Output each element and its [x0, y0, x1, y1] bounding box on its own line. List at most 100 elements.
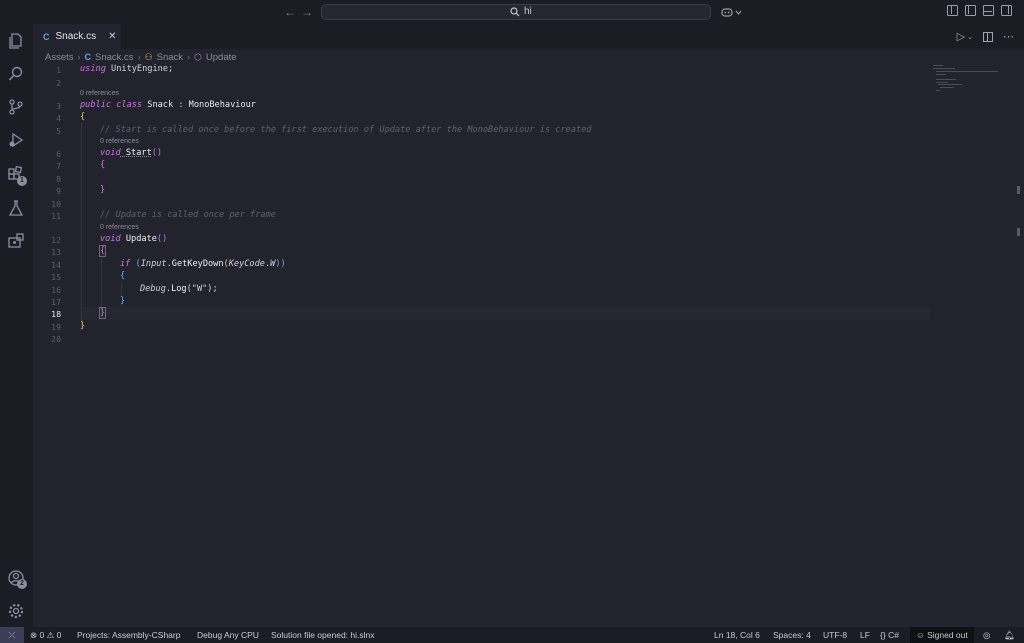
breadcrumb-separator: › — [77, 52, 81, 62]
line-number: 9 — [56, 186, 61, 196]
account-status[interactable]: ☺ Signed out — [910, 627, 974, 643]
encoding[interactable]: UTF-8 — [823, 627, 847, 643]
line-number: 6 — [56, 149, 61, 159]
breadcrumb-assets[interactable]: Assets — [45, 52, 74, 63]
more-actions-icon[interactable]: ⋯ — [1003, 30, 1014, 43]
source-control-icon[interactable] — [6, 97, 26, 117]
code-line-6: void Start() — [100, 148, 163, 158]
code-line-7: { — [100, 160, 106, 170]
solution-status[interactable]: Solution file opened: hi.slnx — [271, 627, 375, 643]
back-arrow-icon[interactable]: ← — [283, 4, 297, 20]
copilot-icon: ☺ — [916, 630, 925, 640]
line-number: 8 — [56, 174, 61, 184]
breadcrumb-file[interactable]: Snack.cs — [95, 52, 134, 63]
debug-configuration[interactable]: Debug Any CPU — [197, 627, 259, 643]
toggle-panel-icon[interactable] — [983, 5, 994, 16]
code-line-13: { — [98, 245, 107, 257]
settings-gear-icon[interactable] — [6, 601, 26, 621]
layout-controls — [947, 5, 1012, 16]
search-text: hi — [524, 6, 532, 17]
line-number: 15 — [51, 272, 61, 282]
line-number: 20 — [51, 334, 61, 344]
chevron-down-icon — [735, 10, 742, 15]
feedback-icon[interactable]: ◎ — [983, 627, 990, 643]
code-line-5-comment: // Start is called once before the first… — [100, 125, 592, 135]
indentation[interactable]: Spaces: 4 — [773, 627, 811, 643]
csharp-file-icon: C — [43, 31, 50, 42]
line-number: 13 — [51, 247, 61, 257]
codelens-references[interactable]: 0 references — [80, 90, 119, 97]
extensions-icon[interactable]: 1 — [6, 165, 27, 186]
line-number: 14 — [51, 260, 61, 270]
warning-icon: ⚠ — [46, 630, 55, 640]
code-line-11-comment: // Update is called once per frame — [100, 210, 276, 220]
line-number: 10 — [51, 199, 61, 209]
editor-actions: ▷ ⌄ ⋯ — [957, 30, 1014, 43]
problems-indicator[interactable]: ⊗ 0 ⚠ 0 — [30, 627, 61, 643]
forward-arrow-icon[interactable]: → — [300, 4, 314, 20]
breadcrumb-separator: › — [187, 52, 191, 62]
line-number: 7 — [56, 161, 61, 171]
language-mode[interactable]: {} C# — [880, 627, 899, 643]
copilot-icon — [721, 7, 733, 17]
title-bar: ← → hi — [0, 0, 1024, 24]
line-number: 5 — [56, 126, 61, 136]
scrollbar-marker[interactable] — [1017, 228, 1020, 236]
search-icon — [510, 6, 520, 16]
split-editor-icon[interactable] — [983, 31, 993, 42]
run-icon[interactable]: ▷ — [957, 30, 965, 43]
toggle-primary-sidebar-icon[interactable] — [965, 5, 976, 16]
braces-icon: {} — [880, 630, 886, 640]
editor-tab-bar: C Snack.cs ✕ ▷ ⌄ ⋯ — [33, 24, 1024, 49]
testing-icon[interactable] — [6, 198, 26, 218]
codelens-references[interactable]: 0 references — [100, 138, 139, 145]
scrollbar-marker[interactable] — [1017, 186, 1020, 194]
remote-explorer-icon[interactable] — [6, 231, 26, 251]
remote-indicator-icon[interactable]: ⤫ — [0, 627, 24, 643]
breadcrumb: Assets › C Snack.cs › ⚇ Snack › ⬡ Update — [45, 51, 237, 63]
customize-layout-icon[interactable] — [947, 5, 958, 16]
project-status[interactable]: Projects: Assembly-CSharp — [77, 627, 180, 643]
toggle-secondary-sidebar-icon[interactable] — [1001, 5, 1012, 16]
code-line-19: } — [80, 321, 86, 331]
current-line-highlight — [80, 307, 930, 320]
error-icon: ⊗ — [30, 630, 38, 640]
csharp-file-icon: C — [84, 52, 92, 62]
line-number: 12 — [51, 235, 61, 245]
accounts-icon[interactable]: 2 — [6, 568, 27, 589]
chevron-down-icon[interactable]: ⌄ — [967, 33, 973, 41]
activity-bar: 1 2 — [0, 24, 33, 627]
breadcrumb-method[interactable]: Update — [206, 52, 237, 63]
notifications-bell-icon[interactable]: 🔔︎ — [1004, 627, 1015, 643]
copilot-menu[interactable] — [721, 4, 742, 20]
indent-guide — [81, 123, 82, 329]
cursor-position[interactable]: Ln 18, Col 6 — [714, 627, 760, 643]
codelens-references[interactable]: 0 references — [100, 224, 139, 231]
close-icon[interactable]: ✕ — [108, 31, 116, 42]
class-symbol-icon: ⚇ — [144, 51, 153, 62]
end-of-line[interactable]: LF — [860, 627, 870, 643]
breadcrumb-class[interactable]: Snack — [157, 52, 183, 63]
indent-guide — [121, 282, 122, 296]
minimap[interactable] — [933, 64, 1013, 104]
extensions-badge: 1 — [17, 176, 27, 186]
line-number-active: 18 — [51, 309, 61, 319]
code-line-3: public class Snack : MonoBehaviour — [80, 100, 256, 110]
code-line-12: void Update() — [100, 234, 168, 244]
explorer-icon[interactable] — [6, 31, 26, 51]
code-line-14: if (Input.GetKeyDown(KeyCode.W)) — [120, 259, 286, 269]
run-and-debug-icon[interactable] — [6, 130, 26, 150]
code-line-17: } — [120, 296, 126, 306]
tab-snack-cs[interactable]: C Snack.cs ✕ — [33, 24, 121, 49]
line-number: 3 — [56, 101, 61, 111]
breadcrumb-separator: › — [137, 52, 141, 62]
search-icon[interactable] — [6, 64, 26, 84]
code-line-1: using UnityEngine; — [80, 64, 174, 74]
line-number: 2 — [56, 78, 61, 88]
code-editor[interactable]: 1 2 3 4 5 6 7 8 9 10 11 12 13 14 15 16 1… — [33, 64, 1024, 627]
line-number: 17 — [51, 297, 61, 307]
code-line-16: Debug.Log("W"); — [140, 284, 218, 294]
command-center-search[interactable]: hi — [321, 4, 711, 20]
code-line-9: } — [100, 185, 106, 195]
line-number: 1 — [56, 65, 61, 75]
